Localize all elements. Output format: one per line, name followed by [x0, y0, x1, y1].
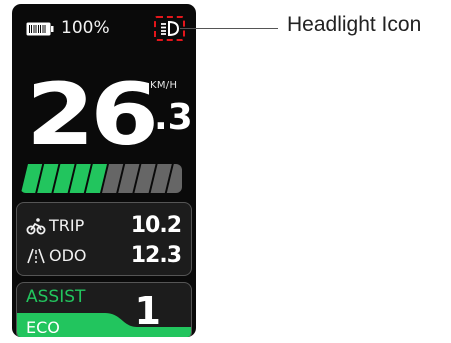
ebike-display: 100% KM/H 26 .3 TRIP 10.2 ODO 12.3 ASSIS… [12, 4, 196, 337]
speed-decimal: .3 [154, 97, 193, 138]
battery-percent: 100% [61, 18, 110, 38]
trip-row: TRIP 10.2 [17, 213, 191, 239]
trip-panel: TRIP 10.2 ODO 12.3 [16, 202, 192, 276]
trip-label: TRIP [49, 216, 85, 235]
odo-label: ODO [49, 246, 87, 265]
road-icon [27, 248, 45, 264]
battery-full-icon [26, 22, 54, 36]
assist-panel[interactable]: ASSIST ECO 1 [16, 282, 192, 337]
assist-label: ASSIST [26, 287, 86, 307]
assist-level-value: 1 [134, 289, 161, 333]
bicycle-icon [26, 218, 46, 235]
callout-line [180, 28, 278, 29]
headlight-icon[interactable] [159, 20, 180, 37]
assist-level-bar [21, 164, 182, 193]
speed-integer: 26 [26, 65, 159, 165]
odo-value: 12.3 [130, 243, 182, 268]
callout-label: Headlight Icon [287, 13, 422, 36]
odo-row: ODO 12.3 [17, 243, 191, 269]
trip-value: 10.2 [130, 213, 182, 238]
assist-mode: ECO [26, 318, 60, 337]
